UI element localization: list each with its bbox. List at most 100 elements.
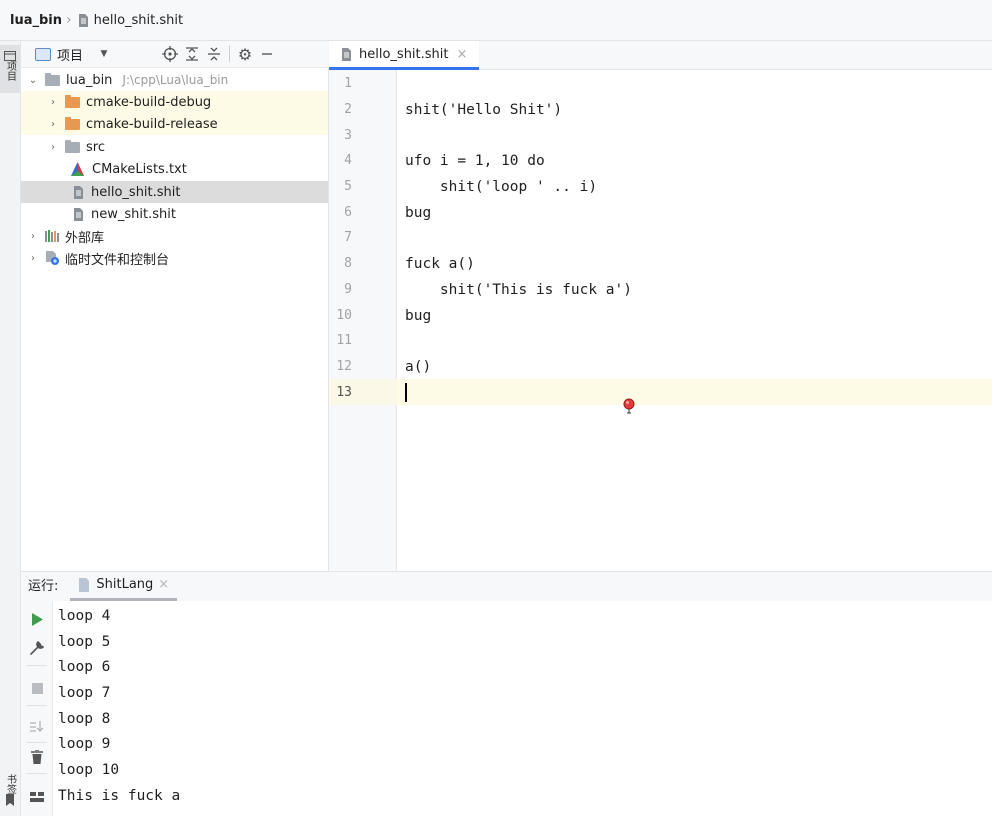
file-icon (74, 185, 83, 199)
line-number: 10 (336, 308, 352, 323)
locate-file-icon[interactable] (159, 43, 181, 65)
console-line: loop 4 (58, 608, 111, 624)
tree-item-label: CMakeLists.txt (92, 161, 187, 177)
console-output[interactable]: loop 4 loop 5 loop 6 loop 7 loop 8 loop … (53, 601, 992, 816)
tree-item-label: lua_bin (66, 72, 113, 88)
collapse-all-icon[interactable] (203, 43, 225, 65)
toolbar-divider (27, 742, 47, 743)
tree-item-label: hello_shit.shit (91, 184, 181, 200)
tree-item-cmake-build-debug[interactable]: › cmake-build-debug (21, 91, 328, 113)
expand-all-icon[interactable] (181, 43, 203, 65)
chevron-down-icon[interactable]: ⌄ (27, 74, 39, 86)
chevron-right-icon[interactable]: › (27, 252, 39, 264)
play-icon (32, 612, 43, 626)
toolbar-divider (229, 46, 231, 62)
console-line: loop 10 (58, 762, 120, 778)
tree-item-hello-shit[interactable]: hello_shit.shit (21, 181, 328, 203)
file-icon (78, 13, 88, 27)
stop-icon (31, 682, 43, 694)
left-tool-strip: 项目 书签 (0, 41, 21, 816)
code-line[interactable]: ufo i = 1, 10 do (405, 148, 545, 174)
scroll-to-end-button[interactable] (27, 716, 47, 736)
code-line[interactable]: shit('This is fuck a') (405, 277, 632, 303)
chevron-right-icon[interactable]: › (27, 230, 39, 242)
project-tree: ⌄ lua_bin J:\cpp\Lua\lua_bin › cmake-bui… (21, 68, 329, 571)
tree-item-scratches-and-consoles[interactable]: › 临时文件和控制台 (21, 247, 328, 269)
code-line[interactable]: shit('Hello Shit') (405, 97, 562, 123)
chevron-right-icon[interactable]: › (47, 141, 59, 153)
folder-icon (65, 139, 80, 153)
code-line[interactable]: fuck a() (405, 251, 475, 277)
tab-label: hello_shit.shit (359, 46, 449, 62)
text-caret (405, 383, 407, 402)
line-number-gutter: 1 2 3 4 5 6 7 8 9 10 11 12 13 (329, 70, 397, 571)
line-number: 6 (344, 205, 352, 220)
edit-configuration-button[interactable] (27, 638, 47, 658)
project-path-hint: J:\cpp\Lua\lua_bin (122, 73, 229, 87)
close-icon[interactable]: × (457, 47, 468, 62)
clear-all-button[interactable] (27, 747, 47, 767)
tree-item-cmake-build-release[interactable]: › cmake-build-release (21, 113, 328, 135)
chevron-right-icon[interactable]: › (47, 118, 59, 130)
line-number: 7 (344, 230, 352, 245)
code-line[interactable]: shit('loop ' .. i) (405, 174, 597, 200)
mouse-pointer-icon (623, 398, 635, 414)
breadcrumb-file[interactable]: hello_shit.shit (94, 13, 184, 28)
line-number: 4 (344, 153, 352, 168)
close-icon[interactable]: × (158, 577, 169, 592)
tree-item-lua-bin[interactable]: ⌄ lua_bin J:\cpp\Lua\lua_bin (21, 69, 328, 91)
file-icon (342, 47, 351, 61)
bookmarks-tool-tab-label: 书签 (4, 774, 16, 794)
line-number: 12 (336, 359, 352, 374)
layout-button[interactable] (27, 787, 47, 807)
code-line[interactable]: a() (405, 354, 431, 380)
tree-item-src[interactable]: › src (21, 136, 328, 158)
code-line[interactable]: bug (405, 303, 431, 329)
folder-icon (65, 94, 80, 108)
gear-icon[interactable]: ⚙ (234, 43, 256, 65)
line-number: 3 (344, 128, 352, 143)
line-number: 11 (336, 333, 352, 348)
chevron-down-icon[interactable]: ▼ (93, 43, 115, 65)
scratch-icon (46, 251, 59, 265)
breadcrumb-project[interactable]: lua_bin (10, 13, 62, 28)
navigation-bar: lua_bin › hello_shit.shit (0, 0, 992, 41)
chevron-right-icon[interactable]: › (47, 96, 59, 108)
tree-item-external-libraries[interactable]: › 外部库 (21, 225, 328, 247)
tree-item-cmakelists[interactable]: CMakeLists.txt (21, 158, 328, 180)
tree-item-label: src (86, 139, 105, 155)
breadcrumb-separator: › (66, 12, 72, 28)
code-editor[interactable]: shit('Hello Shit') ufo i = 1, 10 do shit… (397, 70, 992, 571)
tree-item-label: 临时文件和控制台 (65, 252, 170, 268)
project-view-selector[interactable]: 项目 (57, 45, 83, 64)
run-toolbar (21, 601, 53, 816)
current-line-highlight (397, 379, 992, 405)
run-panel-header: 运行: ShitLang × (21, 571, 992, 601)
project-view-icon (35, 47, 51, 61)
toolbar-divider (27, 665, 47, 666)
rerun-button[interactable] (27, 609, 47, 629)
tab-hello-shit[interactable]: hello_shit.shit × (329, 41, 480, 70)
console-line: loop 7 (58, 685, 111, 701)
folder-icon (65, 116, 80, 130)
editor-tab-bar: hello_shit.shit × (329, 41, 992, 70)
line-number: 1 (344, 76, 352, 91)
tree-item-new-shit[interactable]: new_shit.shit (21, 203, 328, 225)
bookmarks-tool-tab[interactable]: 书签 (0, 774, 20, 806)
console-line: loop 9 (58, 736, 111, 752)
minimize-icon[interactable] (256, 43, 278, 65)
toolbar-divider (27, 705, 47, 706)
library-icon (45, 230, 59, 242)
stop-button[interactable] (27, 678, 47, 698)
console-line: loop 8 (58, 711, 111, 727)
tree-item-label: cmake-build-release (86, 116, 218, 132)
code-line[interactable]: bug (405, 200, 431, 226)
project-tool-tab[interactable]: 项目 (0, 45, 20, 93)
line-number: 8 (344, 256, 352, 271)
console-line: This is fuck a (58, 788, 181, 804)
bookmark-icon (6, 794, 14, 806)
tree-item-label: new_shit.shit (91, 206, 176, 222)
project-panel-header: 项目 ▼ ⚙ (21, 41, 329, 68)
trash-icon (31, 750, 43, 764)
tab-shitlang-run[interactable]: ShitLang × (70, 571, 178, 601)
